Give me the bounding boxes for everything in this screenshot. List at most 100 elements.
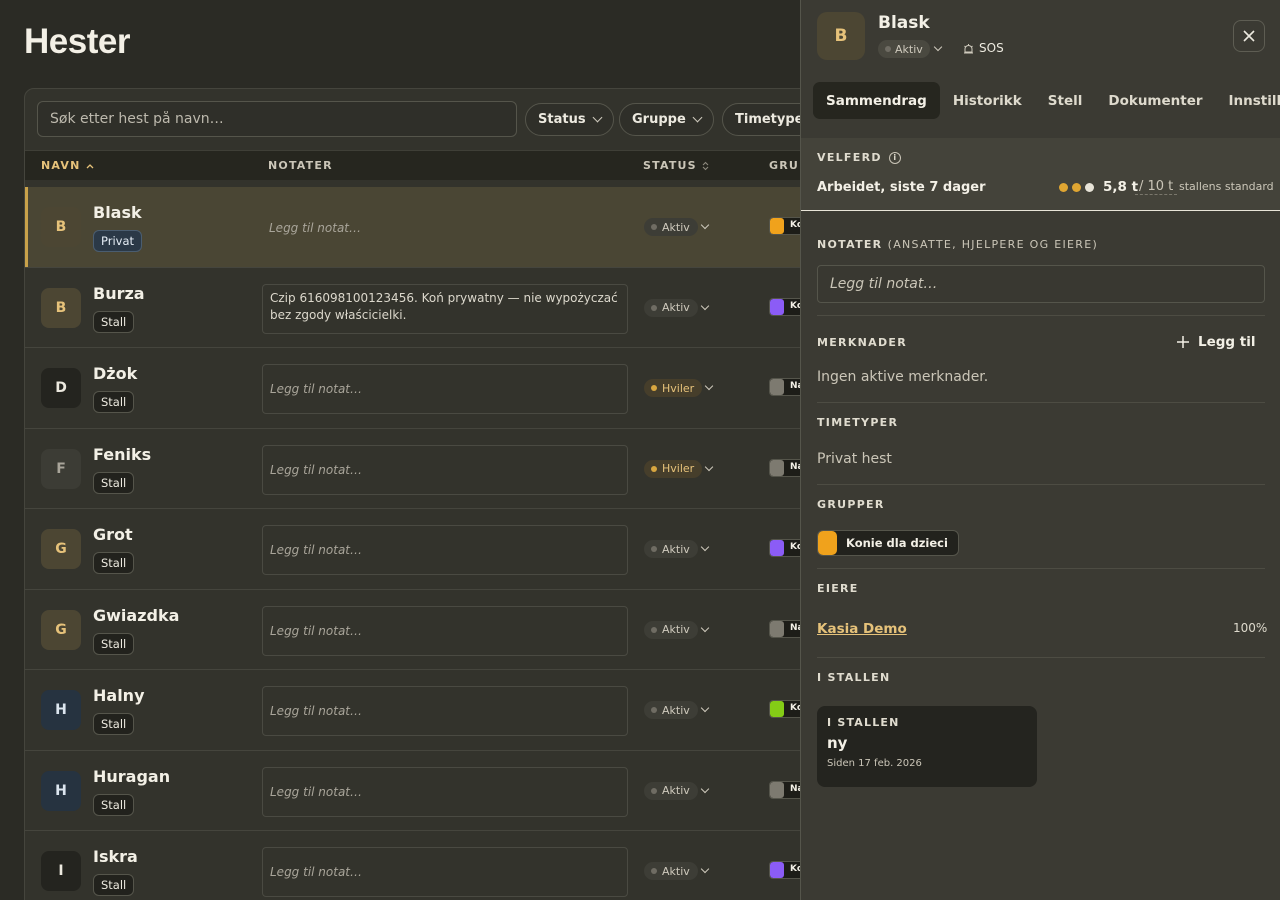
note-field[interactable]: Legg til notat…: [262, 766, 628, 817]
ownership-badge: Stall: [93, 793, 135, 816]
note-field[interactable]: Legg til notat…: [262, 203, 628, 253]
table-row[interactable]: B Burza Stall Czip 616098100123456. Koń …: [25, 268, 800, 348]
in-stable-title: I STALLEN: [817, 671, 891, 684]
group-chip: Ko: [769, 217, 800, 235]
chevron-down-icon[interactable]: [700, 542, 710, 552]
filter-status[interactable]: Status: [525, 103, 614, 136]
tab-care[interactable]: Stell: [1035, 82, 1096, 119]
status-badge[interactable]: Aktiv: [644, 298, 698, 317]
notes-input[interactable]: Legg til notat…: [817, 265, 1265, 303]
group-chip: Na: [769, 780, 800, 799]
tab-history[interactable]: Historikk: [940, 82, 1035, 119]
horse-name: Dżok: [93, 364, 138, 383]
filter-group-label: Gruppe: [632, 112, 686, 127]
status-badge[interactable]: Aktiv: [878, 40, 930, 58]
table-row[interactable]: H Huragan Stall Legg til notat… Aktiv Na: [25, 751, 800, 831]
horse-name: Iskra: [93, 847, 138, 866]
group-chip: Ko: [769, 861, 800, 879]
table-row[interactable]: D Dżok Stall Legg til notat… Hviler Na: [25, 348, 800, 429]
group-chip-label: Na: [790, 783, 800, 794]
status-badge[interactable]: Aktiv: [644, 862, 698, 880]
note-field[interactable]: Legg til notat…: [262, 847, 628, 897]
table-row[interactable]: H Halny Stall Legg til notat… Aktiv Ko: [25, 670, 800, 751]
page-title: Hester: [24, 22, 130, 61]
note-field[interactable]: Legg til notat…: [262, 686, 628, 736]
horse-name: Halny: [93, 686, 145, 705]
sos-button[interactable]: SOS: [963, 41, 1004, 55]
column-header-name[interactable]: NAVN: [41, 159, 94, 172]
chevron-down-icon[interactable]: [704, 381, 714, 391]
status-badge[interactable]: Aktiv: [644, 781, 698, 800]
column-header-groups[interactable]: GRUP: [769, 159, 800, 172]
avatar: B: [817, 12, 865, 60]
welfare-indicator: [1059, 183, 1094, 192]
sort-ascending-icon: [86, 163, 93, 168]
status-badge[interactable]: Aktiv: [644, 701, 698, 719]
sort-icon: [702, 161, 709, 170]
note-field[interactable]: Czip 616098100123456. Koń prywatny — nie…: [262, 283, 628, 334]
owner-link[interactable]: Kasia Demo: [817, 621, 907, 637]
status-badge[interactable]: Aktiv: [644, 540, 698, 558]
chevron-down-icon[interactable]: [700, 301, 710, 310]
chevron-down-icon[interactable]: [700, 623, 710, 632]
status-badge[interactable]: Hviler: [644, 379, 703, 397]
table-row[interactable]: G Grot Stall Legg til notat… Aktiv Ko: [25, 509, 800, 590]
group-chip: Na: [769, 458, 800, 477]
note-field[interactable]: Legg til notat…: [262, 444, 628, 495]
welfare-title-text: VELFERD: [817, 151, 882, 164]
horse-name: Feniks: [93, 444, 152, 464]
status-badge[interactable]: Aktiv: [644, 620, 698, 639]
horse-table: Status Gruppe Timetyper NAVN NOTATER STA…: [24, 88, 800, 900]
hour-types-title: TIMETYPER: [817, 416, 899, 429]
info-icon[interactable]: i: [888, 152, 901, 164]
tab-summary[interactable]: Sammendrag: [813, 82, 940, 119]
search-field[interactable]: [37, 101, 517, 137]
group-color-swatch: [770, 218, 784, 234]
tab-settings[interactable]: Innstillinger: [1216, 82, 1280, 119]
column-header-name-label: NAVN: [41, 159, 81, 172]
chevron-down-icon: [592, 112, 603, 123]
add-remark-button[interactable]: Legg til: [1176, 334, 1256, 350]
table-body: B Blask Privat Legg til notat… Aktiv Ko …: [25, 187, 800, 900]
ownership-badge: Stall: [93, 391, 135, 413]
owner-share: 100%: [1233, 621, 1268, 635]
column-header-status[interactable]: STATUS: [643, 159, 709, 172]
welfare-goal[interactable]: / 10 t: [1135, 179, 1178, 195]
notes-title: NOTATER: [817, 238, 883, 251]
filter-hour-types[interactable]: Timetyper: [722, 103, 800, 136]
chevron-down-icon[interactable]: [700, 864, 710, 874]
owners-title: EIERE: [817, 582, 859, 595]
note-field[interactable]: Legg til notat…: [262, 525, 628, 575]
status-badge[interactable]: Aktiv: [644, 218, 698, 236]
table-row[interactable]: F Feniks Stall Legg til notat… Hviler Na: [25, 429, 800, 509]
avatar: B: [41, 287, 81, 328]
chevron-down-icon[interactable]: [933, 42, 943, 52]
filter-group[interactable]: Gruppe: [619, 103, 714, 136]
ownership-badge: Stall: [93, 310, 135, 333]
group-chip[interactable]: Konie dla dzieci: [817, 530, 959, 556]
note-field[interactable]: Legg til notat…: [262, 605, 628, 656]
avatar: H: [41, 690, 81, 730]
tab-documents[interactable]: Dokumenter: [1095, 82, 1215, 119]
group-color-swatch: [770, 620, 784, 637]
table-row[interactable]: I Iskra Stall Legg til notat… Aktiv Ko: [25, 831, 800, 900]
column-header-status-label: STATUS: [643, 159, 697, 172]
group-chip: Ko: [769, 539, 800, 557]
horse-name: Gwiazdka: [93, 605, 180, 625]
chevron-down-icon[interactable]: [700, 784, 710, 793]
siren-icon: [964, 43, 973, 53]
close-button[interactable]: [1233, 20, 1265, 52]
column-header-notes: NOTATER: [268, 159, 333, 172]
note-field[interactable]: Legg til notat…: [262, 364, 628, 414]
chevron-down-icon[interactable]: [700, 703, 710, 713]
table-row[interactable]: B Blask Privat Legg til notat… Aktiv Ko: [25, 187, 800, 268]
remarks-empty: Ingen aktive merknader.: [817, 369, 989, 385]
status-badge[interactable]: Hviler: [644, 459, 703, 478]
welfare-dot: [1085, 183, 1094, 192]
divider: [817, 657, 1265, 658]
search-input[interactable]: [50, 111, 504, 127]
chevron-down-icon[interactable]: [700, 220, 710, 230]
table-row[interactable]: G Gwiazdka Stall Legg til notat… Aktiv N…: [25, 590, 800, 670]
chevron-down-icon[interactable]: [704, 462, 714, 471]
panel-tabs: Sammendrag Historikk Stell Dokumenter In…: [813, 82, 1280, 119]
